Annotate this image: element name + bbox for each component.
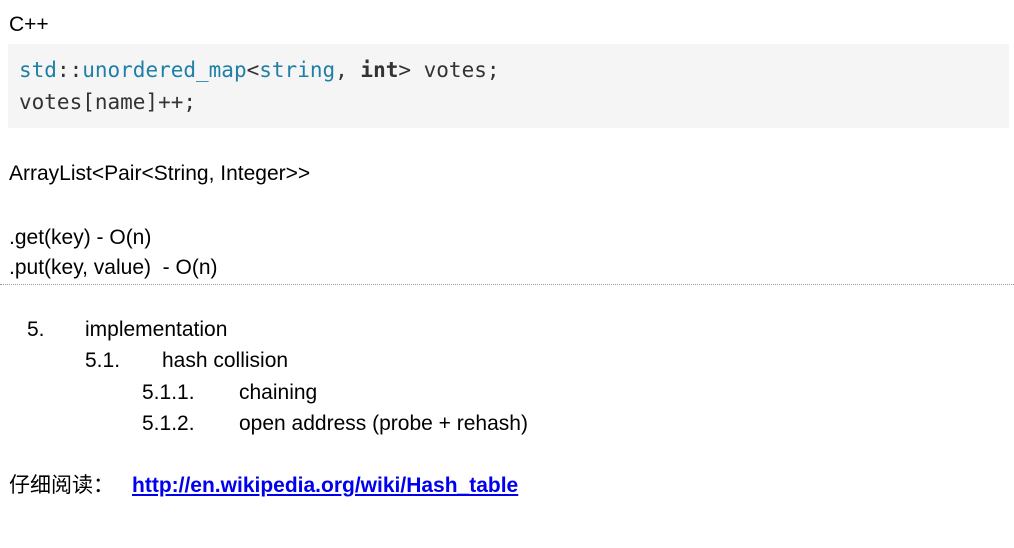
code-block: std::unordered_map<string, int> votes; v… bbox=[8, 44, 1009, 128]
outline-label-5: implementation bbox=[85, 318, 228, 341]
code-type-arg-2: int bbox=[360, 58, 399, 82]
code-scope-operator: :: bbox=[56, 58, 83, 82]
code-line-1: std::unordered_map<string, int> votes; bbox=[19, 57, 500, 83]
outline-label-5-1-2: open address (probe + rehash) bbox=[239, 412, 528, 435]
outline-number-5-1: 5.1. bbox=[85, 349, 121, 372]
outline-number-5-1-1: 5.1.1. bbox=[142, 381, 195, 404]
outline-label-5-1-1: chaining bbox=[239, 381, 318, 404]
code-namespace: std bbox=[19, 58, 57, 82]
code-line-2: votes[name]++; bbox=[19, 90, 197, 114]
code-comma: , bbox=[335, 58, 361, 82]
outline-number-5: 5. bbox=[27, 318, 45, 341]
complexity-get: .get(key) - O(n) bbox=[9, 226, 152, 249]
wikipedia-hash-table-link[interactable]: http://en.wikipedia.org/wiki/Hash_table bbox=[132, 474, 518, 498]
code-type-name: unordered_map bbox=[82, 58, 247, 82]
outline-number-5-1-2: 5.1.2. bbox=[142, 412, 195, 435]
code-declaration-rest: > votes; bbox=[398, 58, 500, 82]
section-divider bbox=[0, 284, 1014, 285]
reading-label: 仔细阅读： bbox=[9, 474, 114, 497]
code-type-arg-1: string bbox=[259, 58, 336, 82]
complexity-put: .put(key, value) - O(n) bbox=[9, 256, 218, 279]
outline-label-5-1: hash collision bbox=[162, 349, 289, 372]
java-type-text: ArrayList<Pair<String, Integer>> bbox=[9, 162, 311, 185]
language-heading: C++ bbox=[9, 13, 49, 36]
code-angle-open: < bbox=[246, 58, 260, 82]
